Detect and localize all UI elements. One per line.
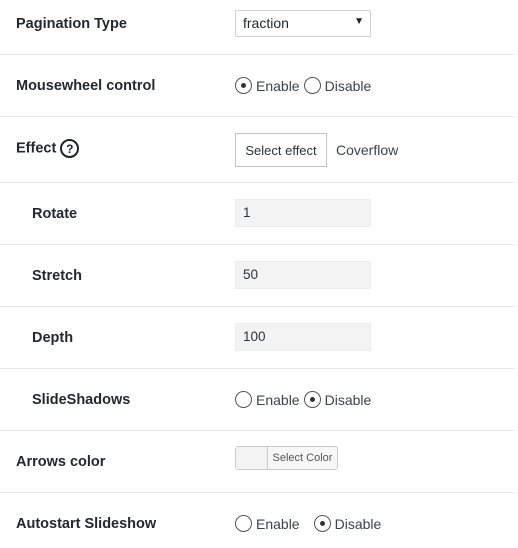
slideshadows-label: SlideShadows xyxy=(32,392,131,408)
autostart-radio-group: Enable Disable xyxy=(235,515,385,532)
autostart-enable-label[interactable]: Enable xyxy=(256,516,300,532)
divider xyxy=(0,116,515,117)
select-color-button[interactable]: Select Color xyxy=(235,446,338,470)
autostart-disable-label[interactable]: Disable xyxy=(335,516,382,532)
chevron-down-icon: ▼ xyxy=(354,16,364,27)
divider xyxy=(0,368,515,369)
depth-input[interactable]: 100 xyxy=(235,323,371,351)
select-color-label[interactable]: Select Color xyxy=(268,447,337,469)
mousewheel-enable-label[interactable]: Enable xyxy=(256,78,300,94)
autostart-enable-radio[interactable] xyxy=(235,515,252,532)
pagination-type-label: Pagination Type xyxy=(16,16,127,32)
slideshadows-disable-radio[interactable] xyxy=(303,391,321,408)
depth-label: Depth xyxy=(32,330,74,346)
effect-label: Effect xyxy=(16,140,57,157)
mousewheel-label: Mousewheel control xyxy=(16,78,156,94)
effect-label-group: Effect? xyxy=(16,139,80,158)
stretch-label: Stretch xyxy=(32,268,82,284)
autostart-disable-radio[interactable] xyxy=(313,515,331,532)
rotate-input[interactable]: 1 xyxy=(235,199,371,227)
stretch-input[interactable]: 50 xyxy=(235,261,371,289)
color-swatch[interactable] xyxy=(236,447,268,469)
mousewheel-disable-label[interactable]: Disable xyxy=(325,78,372,94)
divider xyxy=(0,430,515,431)
divider xyxy=(0,244,515,245)
rotate-label: Rotate xyxy=(32,206,78,222)
mousewheel-disable-radio[interactable] xyxy=(303,77,321,94)
pagination-type-value: fraction xyxy=(243,15,289,31)
effect-value: Coverflow xyxy=(336,142,399,158)
select-effect-button[interactable]: Select effect xyxy=(235,133,327,167)
mousewheel-enable-radio[interactable] xyxy=(235,77,252,94)
autostart-label: Autostart Slideshow xyxy=(16,516,157,532)
slideshadows-enable-label[interactable]: Enable xyxy=(256,392,300,408)
divider xyxy=(0,54,515,55)
divider xyxy=(0,182,515,183)
divider xyxy=(0,492,515,493)
slideshadows-enable-radio[interactable] xyxy=(235,391,252,408)
slideshadows-disable-label[interactable]: Disable xyxy=(325,392,372,408)
divider xyxy=(0,306,515,307)
pagination-type-select[interactable]: fraction ▼ xyxy=(235,10,371,37)
help-icon[interactable]: ? xyxy=(60,139,80,158)
mousewheel-radio-group: Enable Disable xyxy=(235,77,375,94)
slideshadows-radio-group: Enable Disable xyxy=(235,391,375,408)
arrows-color-label: Arrows color xyxy=(16,454,106,470)
